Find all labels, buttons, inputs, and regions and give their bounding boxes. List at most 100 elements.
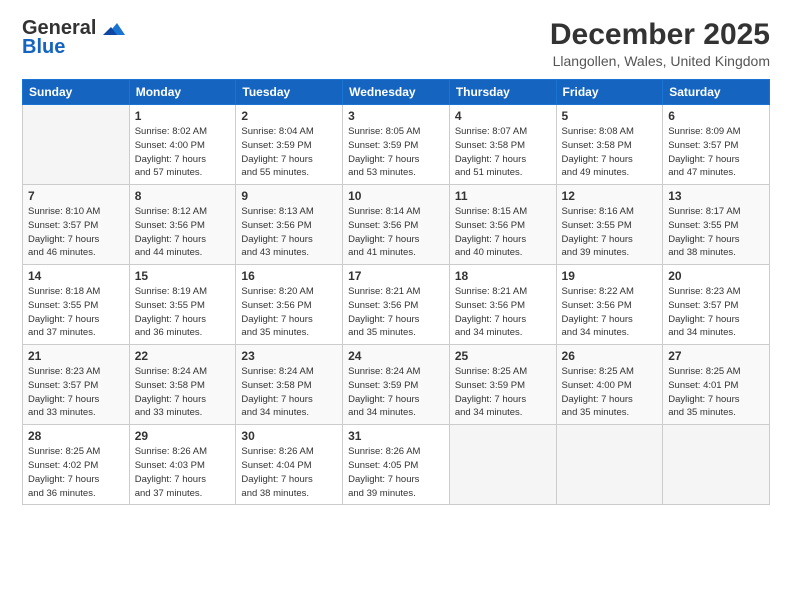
calendar-cell: 17Sunrise: 8:21 AM Sunset: 3:56 PM Dayli… <box>343 265 450 345</box>
weekday-header: Wednesday <box>343 80 450 105</box>
day-info: Sunrise: 8:24 AM Sunset: 3:59 PM Dayligh… <box>348 365 444 420</box>
calendar-week-row: 14 Sunrise: 8:18 AM Sunset: 3:55 PM Dayli… <box>23 265 770 345</box>
logo-blue: Blue <box>22 36 65 59</box>
day-number: 3 <box>348 109 444 123</box>
day-info: Sunrise: 8:25 AM Sunset: 4:00 PM Dayligh… <box>562 365 658 420</box>
calendar-cell: 27Sunrise: 8:25 AM Sunset: 4:01 PM Dayli… <box>663 345 770 425</box>
day-number: 9 <box>241 189 337 203</box>
day-number: 1 <box>135 109 231 123</box>
day-info: Sunrise: 8:18 AM Sunset: 3:55 PM Dayligh… <box>28 285 124 340</box>
weekday-header: Thursday <box>449 80 556 105</box>
calendar-cell: 29Sunrise: 8:26 AM Sunset: 4:03 PM Dayli… <box>129 425 236 505</box>
calendar-cell: 20Sunrise: 8:23 AM Sunset: 3:57 PM Dayli… <box>663 265 770 345</box>
day-info: Sunrise: 8:17 AM Sunset: 3:55 PM Dayligh… <box>668 205 764 260</box>
calendar-cell: 6 Sunrise: 8:09 AM Sunset: 3:57 PM Daylig… <box>663 105 770 185</box>
day-info: Sunrise: 8:02 AM Sunset: 4:00 PM Dayligh… <box>135 125 231 180</box>
day-info: Sunrise: 8:23 AM Sunset: 3:57 PM Dayligh… <box>28 365 124 420</box>
logo-icon <box>103 21 125 37</box>
day-number: 26 <box>562 349 658 363</box>
day-info: Sunrise: 8:25 AM Sunset: 3:59 PM Dayligh… <box>455 365 551 420</box>
day-number: 5 <box>562 109 658 123</box>
calendar-cell <box>663 425 770 505</box>
header: General Blue December 2025 Llangollen, W… <box>22 18 770 69</box>
calendar-cell: 22 Sunrise: 8:24 AM Sunset: 3:58 PM Dayli… <box>129 345 236 425</box>
day-info: Sunrise: 8:07 AM Sunset: 3:58 PM Dayligh… <box>455 125 551 180</box>
day-number: 23 <box>241 349 337 363</box>
calendar-cell: 14 Sunrise: 8:18 AM Sunset: 3:55 PM Dayli… <box>23 265 130 345</box>
main-title: December 2025 <box>550 18 770 51</box>
calendar-header-row: SundayMondayTuesdayWednesdayThursdayFrid… <box>23 80 770 105</box>
day-info: Sunrise: 8:26 AM Sunset: 4:05 PM Dayligh… <box>348 445 444 500</box>
calendar-cell: 5 Sunrise: 8:08 AM Sunset: 3:58 PM Daylig… <box>556 105 663 185</box>
calendar-cell: 10 Sunrise: 8:14 AM Sunset: 3:56 PM Dayli… <box>343 185 450 265</box>
day-info: Sunrise: 8:25 AM Sunset: 4:02 PM Dayligh… <box>28 445 124 500</box>
calendar-cell: 25 Sunrise: 8:25 AM Sunset: 3:59 PM Dayli… <box>449 345 556 425</box>
day-info: Sunrise: 8:19 AM Sunset: 3:55 PM Dayligh… <box>135 285 231 340</box>
day-info: Sunrise: 8:05 AM Sunset: 3:59 PM Dayligh… <box>348 125 444 180</box>
day-number: 16 <box>241 269 337 283</box>
calendar-cell: 9 Sunrise: 8:13 AM Sunset: 3:56 PM Daylig… <box>236 185 343 265</box>
calendar-week-row: 7Sunrise: 8:10 AM Sunset: 3:57 PM Daylig… <box>23 185 770 265</box>
day-info: Sunrise: 8:08 AM Sunset: 3:58 PM Dayligh… <box>562 125 658 180</box>
day-info: Sunrise: 8:13 AM Sunset: 3:56 PM Dayligh… <box>241 205 337 260</box>
day-info: Sunrise: 8:09 AM Sunset: 3:57 PM Dayligh… <box>668 125 764 180</box>
day-number: 18 <box>455 269 551 283</box>
subtitle: Llangollen, Wales, United Kingdom <box>550 53 770 69</box>
day-number: 12 <box>562 189 658 203</box>
day-number: 25 <box>455 349 551 363</box>
calendar-cell: 24 Sunrise: 8:24 AM Sunset: 3:59 PM Dayli… <box>343 345 450 425</box>
calendar-cell: 8Sunrise: 8:12 AM Sunset: 3:56 PM Daylig… <box>129 185 236 265</box>
day-info: Sunrise: 8:24 AM Sunset: 3:58 PM Dayligh… <box>135 365 231 420</box>
day-info: Sunrise: 8:14 AM Sunset: 3:56 PM Dayligh… <box>348 205 444 260</box>
calendar-cell: 7Sunrise: 8:10 AM Sunset: 3:57 PM Daylig… <box>23 185 130 265</box>
calendar-cell: 3 Sunrise: 8:05 AM Sunset: 3:59 PM Daylig… <box>343 105 450 185</box>
day-number: 30 <box>241 429 337 443</box>
calendar-cell: 23 Sunrise: 8:24 AM Sunset: 3:58 PM Dayli… <box>236 345 343 425</box>
day-number: 6 <box>668 109 764 123</box>
day-number: 8 <box>135 189 231 203</box>
day-number: 21 <box>28 349 124 363</box>
weekday-header: Friday <box>556 80 663 105</box>
day-number: 14 <box>28 269 124 283</box>
calendar-cell: 1 Sunrise: 8:02 AM Sunset: 4:00 PM Daylig… <box>129 105 236 185</box>
weekday-header: Saturday <box>663 80 770 105</box>
calendar-cell: 13 Sunrise: 8:17 AM Sunset: 3:55 PM Dayli… <box>663 185 770 265</box>
day-number: 22 <box>135 349 231 363</box>
weekday-header: Sunday <box>23 80 130 105</box>
calendar-week-row: 21 Sunrise: 8:23 AM Sunset: 3:57 PM Dayli… <box>23 345 770 425</box>
day-info: Sunrise: 8:15 AM Sunset: 3:56 PM Dayligh… <box>455 205 551 260</box>
calendar-cell: 4 Sunrise: 8:07 AM Sunset: 3:58 PM Daylig… <box>449 105 556 185</box>
day-number: 7 <box>28 189 124 203</box>
day-info: Sunrise: 8:16 AM Sunset: 3:55 PM Dayligh… <box>562 205 658 260</box>
day-info: Sunrise: 8:26 AM Sunset: 4:04 PM Dayligh… <box>241 445 337 500</box>
calendar-cell: 15 Sunrise: 8:19 AM Sunset: 3:55 PM Dayli… <box>129 265 236 345</box>
day-number: 20 <box>668 269 764 283</box>
day-number: 10 <box>348 189 444 203</box>
day-number: 11 <box>455 189 551 203</box>
day-number: 15 <box>135 269 231 283</box>
logo: General Blue <box>22 18 125 59</box>
day-info: Sunrise: 8:25 AM Sunset: 4:01 PM Dayligh… <box>668 365 764 420</box>
day-info: Sunrise: 8:21 AM Sunset: 3:56 PM Dayligh… <box>455 285 551 340</box>
page: General Blue December 2025 Llangollen, W… <box>0 0 792 612</box>
calendar-cell: 26 Sunrise: 8:25 AM Sunset: 4:00 PM Dayli… <box>556 345 663 425</box>
day-number: 13 <box>668 189 764 203</box>
calendar-cell: 19 Sunrise: 8:22 AM Sunset: 3:56 PM Dayli… <box>556 265 663 345</box>
day-number: 24 <box>348 349 444 363</box>
calendar: SundayMondayTuesdayWednesdayThursdayFrid… <box>22 79 770 505</box>
day-info: Sunrise: 8:04 AM Sunset: 3:59 PM Dayligh… <box>241 125 337 180</box>
calendar-cell <box>449 425 556 505</box>
day-number: 4 <box>455 109 551 123</box>
calendar-cell: 18 Sunrise: 8:21 AM Sunset: 3:56 PM Dayli… <box>449 265 556 345</box>
day-number: 29 <box>135 429 231 443</box>
day-info: Sunrise: 8:24 AM Sunset: 3:58 PM Dayligh… <box>241 365 337 420</box>
weekday-header: Tuesday <box>236 80 343 105</box>
day-number: 17 <box>348 269 444 283</box>
calendar-cell: 11 Sunrise: 8:15 AM Sunset: 3:56 PM Dayli… <box>449 185 556 265</box>
calendar-cell: 30 Sunrise: 8:26 AM Sunset: 4:04 PM Dayli… <box>236 425 343 505</box>
day-number: 19 <box>562 269 658 283</box>
calendar-cell: 16Sunrise: 8:20 AM Sunset: 3:56 PM Dayli… <box>236 265 343 345</box>
calendar-cell <box>23 105 130 185</box>
day-info: Sunrise: 8:22 AM Sunset: 3:56 PM Dayligh… <box>562 285 658 340</box>
day-number: 28 <box>28 429 124 443</box>
